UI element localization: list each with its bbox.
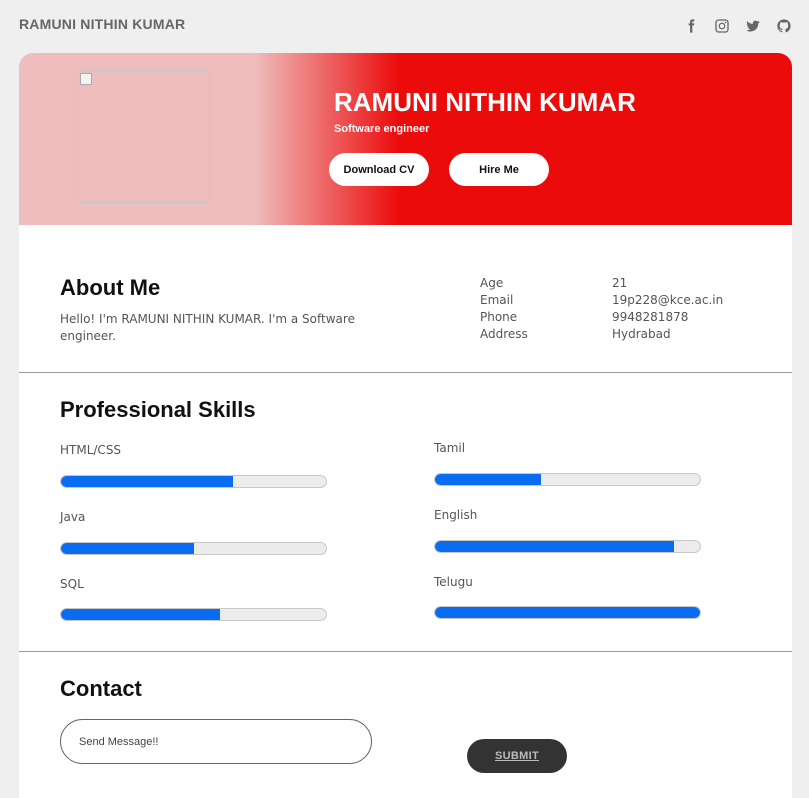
info-value: 19p228@kce.ac.in [612,293,724,307]
about-title: About Me [60,275,161,300]
social-links [681,16,793,35]
skill-label-sql: SQL [60,577,84,591]
skill-fill [61,543,194,554]
skill-label-java: Java [60,510,86,524]
skill-fill [435,541,674,552]
contact-title: Contact [60,676,142,701]
skills-title: Professional Skills [60,397,256,422]
skill-bar-java [60,542,327,555]
skill-label-english: English [434,508,478,522]
info-row-phone: Phone 9948281878 [480,309,723,326]
skill-fill [435,474,541,485]
info-label: Age [480,276,504,290]
twitter-icon[interactable] [743,16,762,35]
facebook-icon[interactable] [681,16,700,35]
info-value: Hydrabad [612,327,671,341]
section-divider [19,372,792,373]
about-text: Hello! I'm RAMUNI NITHIN KUMAR. I'm a So… [60,312,355,343]
info-value: 9948281878 [612,310,689,324]
section-divider [19,651,792,652]
skill-bar-sql [60,608,327,621]
message-input[interactable] [60,719,372,764]
resume-card: RAMUNI NITHIN KUMAR Software engineer Do… [19,53,792,798]
skill-bar-html-css [60,475,327,488]
top-bar: RAMUNI NITHIN KUMAR [0,0,809,48]
info-value: 21 [612,276,628,290]
info-label: Email [480,293,514,307]
skill-fill [61,476,234,487]
info-label: Address [480,327,528,341]
info-row-email: Email 19p228@kce.ac.in [480,292,723,309]
skill-bar-tamil [434,473,701,486]
hire-me-button[interactable]: Hire Me [449,153,549,186]
download-cv-button[interactable]: Download CV [329,153,429,186]
info-label: Phone [480,310,518,324]
site-brand[interactable]: RAMUNI NITHIN KUMAR [19,16,185,32]
instagram-icon[interactable] [712,16,731,35]
skill-fill [61,609,220,620]
skill-label-telugu: Telugu [434,575,473,589]
submit-button[interactable]: SUBMIT [467,739,567,773]
skill-fill [435,607,700,618]
personal-info: Age 21 Email 19p228@kce.ac.in Phone 9948… [480,275,723,343]
skill-bar-telugu [434,606,701,619]
broken-image-icon [80,73,92,85]
hero-name: RAMUNI NITHIN KUMAR [334,87,636,117]
profile-photo [77,70,210,203]
hero-banner: RAMUNI NITHIN KUMAR Software engineer Do… [19,53,792,225]
hero-role: Software engineer [334,123,430,135]
info-row-age: Age 21 [480,275,723,292]
github-icon[interactable] [774,16,793,35]
info-row-address: Address Hydrabad [480,326,723,343]
skill-bar-english [434,540,701,553]
skill-label-html-css: HTML/CSS [60,443,122,457]
skill-label-tamil: Tamil [434,441,466,455]
